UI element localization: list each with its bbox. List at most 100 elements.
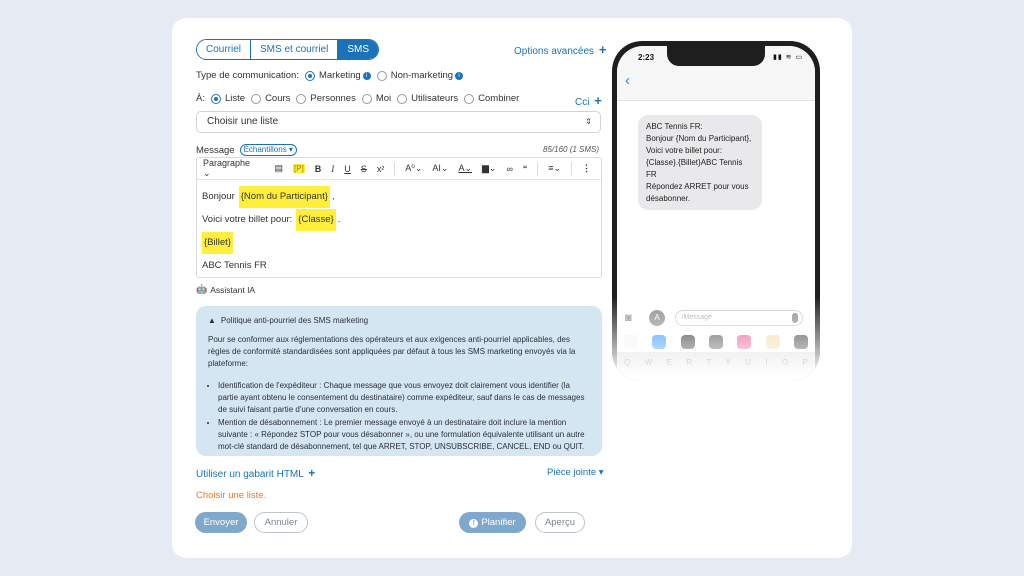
paragraph-label: Paragraphe <box>203 158 251 168</box>
list-item: Identification de l'expéditeur : Chaque … <box>218 380 590 416</box>
divider <box>394 161 396 176</box>
tab-courriel[interactable]: Courriel <box>197 40 252 59</box>
message-editor[interactable]: Paragraphe ⌄ ▤ [P] B I U S x² A⁰⌄ AI⌄ A⌄… <box>196 157 602 278</box>
italic-icon[interactable]: I <box>331 164 334 174</box>
preview-button[interactable]: Aperçu <box>535 512 585 533</box>
phone-time: 2:23 <box>638 53 655 62</box>
cours-label: Cours <box>265 93 291 104</box>
cancel-button[interactable]: Annuler <box>254 512 308 533</box>
warning-text: Choisir une liste. <box>196 490 267 501</box>
recipient-row: À: Liste Cours Personnes Moi Utilisateur… <box>196 93 519 104</box>
list-select[interactable]: Choisir une liste ⇕ <box>196 111 601 133</box>
radio-combiner[interactable] <box>464 93 475 104</box>
policy-list: Identification de l'expéditeur : Chaque … <box>208 380 590 453</box>
underline-icon[interactable]: U <box>344 164 351 174</box>
body-text: Voici votre billet pour: <box>202 214 293 225</box>
document-icon[interactable]: ▤ <box>275 163 284 174</box>
sms-bubble: ABC Tennis FR: Bonjour {Nom du Participa… <box>638 115 762 210</box>
html-template-link[interactable]: Utiliser un gabarit HTML + <box>196 466 315 480</box>
comm-type-row: Type de communication: Marketing i Non-ma… <box>196 70 464 81</box>
merge-tag: {Nom du Participant} <box>238 186 330 208</box>
body-text: ABC Tennis FR <box>202 260 267 271</box>
paragraph-dropdown[interactable]: Paragraphe ⌄ <box>203 158 265 179</box>
policy-notice: ▲ Politique anti-pourriel des SMS marketi… <box>196 306 602 456</box>
channel-tabs: Courriel SMS et courriel SMS <box>196 39 380 60</box>
schedule-button[interactable]: ! Planifier <box>459 512 526 533</box>
cci-link[interactable]: Cci + <box>575 93 602 108</box>
font-size-icon[interactable]: A⁰⌄ <box>405 163 422 174</box>
body-text: . <box>337 214 341 225</box>
bold-icon[interactable]: B <box>315 164 322 174</box>
editor-body[interactable]: Bonjour {Nom du Participant} , Voici vot… <box>197 180 601 284</box>
placeholder-icon[interactable]: [P] <box>293 164 305 173</box>
radio-utilisateurs[interactable] <box>397 93 408 104</box>
policy-intro: Pour se conformer aux réglementations de… <box>208 335 576 368</box>
robot-icon: 🤖 <box>196 284 208 294</box>
info-icon[interactable]: i <box>362 71 371 80</box>
advanced-options-label: Options avancées <box>514 46 595 57</box>
superscript-icon[interactable]: x² <box>377 164 385 174</box>
attachment-dropdown[interactable]: Pièce jointe ▾ <box>547 467 604 478</box>
body-text: , <box>331 191 335 202</box>
to-label: À: <box>196 93 205 104</box>
tab-sms[interactable]: SMS <box>338 40 379 59</box>
body-text: Bonjour <box>202 191 235 202</box>
body-line: Voici votre billet pour: {Classe} . <box>202 209 596 231</box>
chevron-updown-icon: ⇕ <box>585 117 592 126</box>
attachment-label: Pièce jointe <box>547 467 597 478</box>
status-icons: ▮▮ ≋ ▭ <box>773 54 804 61</box>
divider <box>571 161 573 176</box>
align-icon[interactable]: ≡⌄ <box>548 163 561 174</box>
cci-label: Cci <box>575 97 590 108</box>
font-family-icon[interactable]: AI⌄ <box>432 163 448 174</box>
schedule-label: Planifier <box>481 517 516 528</box>
samples-label: Échantillons <box>243 145 287 154</box>
radio-personnes[interactable] <box>296 93 307 104</box>
comm-type-label: Type de communication: <box>196 70 299 81</box>
phone-notch <box>667 46 765 66</box>
text-color-icon[interactable]: A⌄ <box>458 163 472 174</box>
divider <box>537 161 539 176</box>
radio-moi[interactable] <box>361 93 372 104</box>
message-header: Message Échantillons ▾ <box>196 144 297 156</box>
info-icon[interactable]: i <box>455 71 464 80</box>
radio-non-marketing[interactable] <box>376 70 387 81</box>
strikethrough-icon[interactable]: S <box>361 164 367 174</box>
non-marketing-label: Non-marketing <box>390 70 454 81</box>
back-chevron-icon: ‹ <box>625 72 630 89</box>
send-button[interactable]: Envoyer <box>195 512 247 533</box>
utilisateurs-label: Utilisateurs <box>411 93 459 104</box>
html-template-label: Utiliser un gabarit HTML <box>196 469 304 480</box>
advanced-options-link[interactable]: Options avancées + <box>514 42 606 57</box>
more-icon[interactable]: ⋮ <box>582 163 591 174</box>
phone-fade <box>612 296 820 381</box>
quote-icon[interactable]: “ <box>523 164 528 174</box>
marketing-label: Marketing <box>318 70 361 81</box>
radio-marketing[interactable] <box>304 70 315 81</box>
personnes-label: Personnes <box>310 93 356 104</box>
policy-title-text: Politique anti-pourriel des SMS marketin… <box>220 316 369 325</box>
plus-icon: + <box>598 42 607 57</box>
body-line: ABC Tennis FR <box>202 255 596 277</box>
samples-dropdown[interactable]: Échantillons ▾ <box>239 144 297 156</box>
highlight-icon[interactable]: ▆⌄ <box>482 163 496 174</box>
radio-cours[interactable] <box>251 93 262 104</box>
sms-bubble-text: ABC Tennis FR: Bonjour {Nom du Participa… <box>646 122 752 203</box>
liste-label: Liste <box>224 93 246 104</box>
editor-toolbar: Paragraphe ⌄ ▤ [P] B I U S x² A⁰⌄ AI⌄ A⌄… <box>197 158 601 180</box>
policy-title: ▲ Politique anti-pourriel des SMS marketi… <box>208 315 590 327</box>
link-icon[interactable]: ∞ <box>506 164 512 174</box>
message-label: Message <box>196 144 235 156</box>
combiner-label: Combiner <box>478 93 520 104</box>
merge-tag: {Billet} <box>202 232 233 254</box>
char-counter: 85/160 (1 SMS) <box>543 145 600 154</box>
list-select-value: Choisir une liste <box>207 116 279 127</box>
moi-label: Moi <box>375 93 392 104</box>
ai-assistant-button[interactable]: 🤖 Assistant IA <box>196 284 255 295</box>
merge-tag: {Classe} <box>296 209 336 231</box>
plus-icon: + <box>308 466 316 480</box>
phone-preview: 2:23 ▮▮ ≋ ▭ ‹ ABC Tennis FR: Bonjour {No… <box>612 41 820 381</box>
radio-liste[interactable] <box>210 93 221 104</box>
list-item: Mention de désabonnement : Le premier me… <box>218 417 590 453</box>
tab-sms-et-courriel[interactable]: SMS et courriel <box>251 40 339 59</box>
